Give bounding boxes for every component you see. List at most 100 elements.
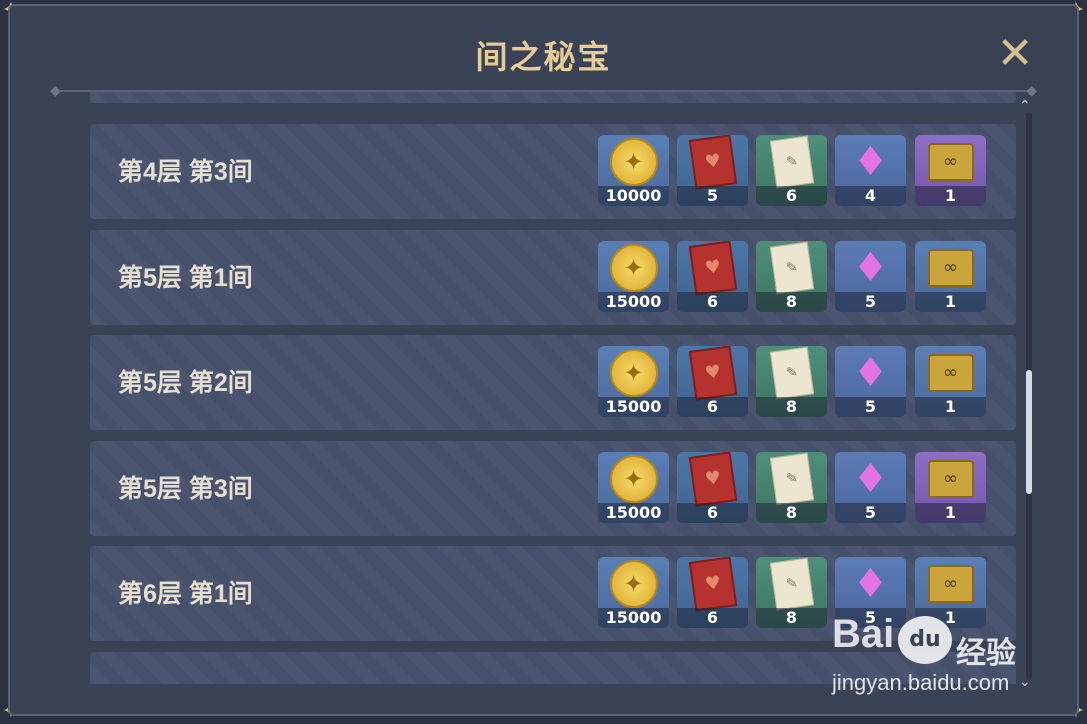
room-label: 第5层 第1间 bbox=[118, 263, 253, 292]
reward-scroll[interactable]: ✎ 8 bbox=[756, 240, 827, 312]
scroll-paper-icon: ✎ bbox=[756, 452, 827, 506]
treasure-chest-icon: ∞ bbox=[915, 452, 986, 506]
list-item: 第4层 第3间 ✦ 10000 ♥ 5 ✎ 6 ♦ 4 ∞ 1 bbox=[90, 124, 1016, 219]
reward-count: 1 bbox=[915, 397, 986, 417]
reward-scroll[interactable]: ✎ 6 bbox=[756, 135, 827, 206]
reward-mora[interactable]: ✦ 10000 bbox=[598, 135, 669, 206]
paw-icon: du bbox=[898, 616, 952, 664]
reward-crystal[interactable]: ♦ 5 bbox=[835, 240, 906, 312]
reward-count: 6 bbox=[677, 502, 748, 523]
treasure-chest-icon: ∞ bbox=[915, 135, 986, 189]
red-book-icon: ♥ bbox=[677, 135, 748, 190]
watermark-url: jingyan.baidu.com bbox=[832, 670, 1010, 695]
reward-count: 6 bbox=[756, 186, 827, 206]
purple-crystal-icon: ♦ bbox=[835, 135, 906, 189]
purple-crystal-icon-shape: ♦ bbox=[852, 455, 889, 502]
scroll-paper-icon: ✎ bbox=[756, 557, 827, 611]
treasure-chest-icon-shape: ∞ bbox=[927, 354, 974, 392]
reward-book[interactable]: ♥ 6 bbox=[677, 240, 748, 312]
reward-mora[interactable]: ✦ 15000 bbox=[598, 346, 669, 417]
reward-count: 10000 bbox=[598, 186, 669, 206]
watermark-jingyan: 经验 bbox=[956, 636, 1016, 671]
mora-coin-icon: ✦ bbox=[598, 346, 669, 400]
purple-crystal-icon: ♦ bbox=[835, 452, 906, 506]
red-book-icon-shape: ♥ bbox=[688, 240, 737, 296]
reward-count: 1 bbox=[915, 502, 986, 523]
reward-crystal[interactable]: ♦ 5 bbox=[835, 451, 906, 523]
room-label: 第6层 第1间 bbox=[118, 580, 253, 608]
reward-count: 8 bbox=[756, 291, 827, 312]
purple-crystal-icon-shape: ♦ bbox=[852, 350, 889, 396]
treasure-chest-icon: ∞ bbox=[915, 346, 986, 400]
reward-count: 5 bbox=[835, 502, 906, 523]
scrollbar[interactable] bbox=[1026, 112, 1032, 680]
reward-book[interactable]: ♥ 6 bbox=[677, 346, 748, 417]
reward-chest[interactable]: ∞ 1 bbox=[915, 346, 986, 417]
reward-chest[interactable]: ∞ 1 bbox=[915, 451, 986, 523]
scroll-paper-icon-shape: ✎ bbox=[769, 557, 814, 611]
mora-coin-icon-shape: ✦ bbox=[609, 138, 658, 186]
reward-scroll[interactable]: ✎ 8 bbox=[756, 451, 827, 523]
mora-coin-icon-shape: ✦ bbox=[609, 243, 658, 292]
purple-crystal-icon-shape: ♦ bbox=[852, 139, 889, 185]
reward-count: 1 bbox=[915, 291, 986, 312]
watermark-logo: Bai bbox=[832, 612, 895, 656]
red-book-icon: ♥ bbox=[677, 557, 748, 612]
reward-mora[interactable]: ✦ 15000 bbox=[598, 557, 669, 628]
scroll-paper-icon: ✎ bbox=[756, 241, 827, 295]
reward-chest[interactable]: ∞ 1 bbox=[915, 240, 986, 312]
reward-list[interactable]: 10000 第4层 第3间✦10000♥5✎6♦4∞1第5层 第1间✦15000… bbox=[90, 92, 1016, 684]
purple-crystal-icon-shape: ♦ bbox=[852, 244, 889, 291]
reward-count: 15000 bbox=[598, 397, 669, 417]
scroll-paper-icon: ✎ bbox=[756, 135, 827, 189]
red-book-icon-shape: ♥ bbox=[688, 135, 737, 190]
divider-ornament-icon: ◆ bbox=[1026, 83, 1037, 99]
treasure-chest-icon-shape: ∞ bbox=[927, 143, 974, 181]
reward-crystal[interactable]: ♦ 5 bbox=[835, 346, 906, 417]
mora-coin-icon: ✦ bbox=[598, 452, 669, 506]
reward-mora[interactable]: ✦ 15000 bbox=[598, 240, 669, 312]
reward-chest[interactable]: ∞ 1 bbox=[915, 135, 986, 206]
mora-coin-icon: ✦ bbox=[598, 241, 669, 295]
list-item: 第5层 第1间 ✦ 15000 ♥ 6 ✎ 8 ♦ 5 ∞ 1 bbox=[90, 229, 1016, 325]
reward-book[interactable]: ♥ 5 bbox=[677, 135, 748, 206]
red-book-icon-shape: ♥ bbox=[688, 451, 737, 507]
reward-count: 1 bbox=[915, 186, 986, 206]
reward-book[interactable]: ♥ 6 bbox=[677, 451, 748, 523]
mora-coin-icon-shape: ✦ bbox=[609, 349, 658, 397]
reward-scroll[interactable]: ✎ 8 bbox=[756, 557, 827, 628]
room-label: 第5层 第2间 bbox=[118, 369, 253, 397]
reward-crystal[interactable]: ♦ 4 bbox=[835, 135, 906, 206]
purple-crystal-icon: ♦ bbox=[835, 241, 906, 295]
room-label: 第4层 第3间 bbox=[118, 158, 253, 186]
reward-count: 15000 bbox=[598, 502, 669, 523]
room-label: 第5层 第3间 bbox=[118, 474, 253, 503]
reward-count: 15000 bbox=[598, 608, 669, 628]
treasure-chest-icon-shape: ∞ bbox=[927, 459, 974, 498]
scroll-thumb[interactable] bbox=[1026, 370, 1032, 494]
reward-count: 15000 bbox=[598, 291, 669, 312]
treasure-chest-icon: ∞ bbox=[915, 241, 986, 295]
mora-coin-icon-shape: ✦ bbox=[609, 454, 658, 503]
reward-count: 5 bbox=[835, 397, 906, 417]
reward-count: 6 bbox=[677, 608, 748, 628]
reward-mora[interactable]: ✦ 15000 bbox=[598, 451, 669, 523]
reward-count: 6 bbox=[677, 291, 748, 312]
reward-scroll[interactable]: ✎ 8 bbox=[756, 346, 827, 417]
red-book-icon-shape: ♥ bbox=[688, 346, 737, 401]
baidu-jingyan-watermark: Bai du 经验 jingyan.baidu.com bbox=[832, 612, 1032, 698]
close-button[interactable]: ✕ bbox=[993, 32, 1037, 76]
red-book-icon-shape: ♥ bbox=[688, 557, 737, 612]
list-item-partial: 10000 bbox=[90, 92, 1016, 103]
scroll-paper-icon: ✎ bbox=[756, 346, 827, 400]
purple-crystal-icon: ♦ bbox=[835, 346, 906, 400]
mora-coin-icon: ✦ bbox=[598, 557, 669, 611]
scroll-paper-icon-shape: ✎ bbox=[769, 135, 814, 189]
scroll-paper-icon-shape: ✎ bbox=[769, 452, 814, 505]
treasure-chest-icon-shape: ∞ bbox=[927, 565, 974, 603]
reward-book[interactable]: ♥ 6 bbox=[677, 557, 748, 628]
panel-title: 间之秘宝 bbox=[475, 38, 612, 76]
reward-count: 8 bbox=[756, 608, 827, 628]
divider-ornament-icon: ◆ bbox=[50, 83, 61, 99]
treasure-chest-icon-shape: ∞ bbox=[927, 248, 974, 287]
